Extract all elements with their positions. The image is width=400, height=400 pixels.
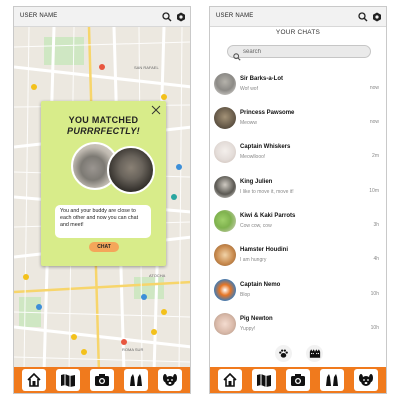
chat-row-pig-newton[interactable]: Pig Newton Yuppy! 10h	[210, 309, 386, 343]
pets-icon[interactable]	[124, 369, 148, 391]
chat-name: Kiwi & Kaki Parrots	[240, 213, 296, 219]
avatar	[214, 107, 236, 129]
search-icon[interactable]	[160, 10, 174, 24]
chat-name: Hamster Houdini	[240, 247, 289, 253]
app-header: USER NAME	[210, 7, 386, 27]
chats-screen: USER NAME YOUR CHATS Sir Barks-a-Lot Wof…	[209, 6, 387, 394]
avatar	[214, 73, 236, 95]
chat-row-captain-whiskers[interactable]: Captain Whiskers Meowllooo! 2m	[210, 137, 386, 171]
pets-icon[interactable]	[320, 369, 344, 391]
chat-button[interactable]: CHAT	[89, 242, 119, 252]
cats-icon[interactable]	[306, 345, 323, 362]
chat-preview: Meowllooo!	[240, 154, 266, 160]
chat-time: 3h	[373, 222, 379, 228]
map-label: SAN RAFAEL	[134, 65, 159, 70]
chat-preview: I like to move it, move it!	[240, 189, 294, 195]
map-label: ATOCHA	[149, 273, 166, 278]
chat-name: Captain Whiskers	[240, 144, 291, 150]
chat-row-sir-barks-a-lot[interactable]: Sir Barks-a-Lot Wof wof now	[210, 69, 386, 103]
page-title: YOUR CHATS	[275, 29, 321, 36]
chat-actions	[210, 345, 386, 365]
avatar	[214, 244, 236, 266]
match-title: YOU MATCHED	[68, 115, 139, 125]
map-icon[interactable]	[56, 369, 80, 391]
dog-icon[interactable]	[158, 369, 182, 391]
chat-preview: Meoww	[240, 120, 257, 126]
match-modal: YOU MATCHED PURRRFECTLY! You and your bu…	[41, 101, 166, 266]
chat-row-captain-nemo[interactable]: Captain Nemo Blop 10h	[210, 275, 386, 309]
chat-time: 10h	[370, 325, 379, 331]
cat-photo-tabby	[107, 146, 155, 194]
username-label: USER NAME	[20, 13, 58, 19]
chat-time: 4h	[373, 256, 379, 262]
chat-search-bar	[227, 45, 371, 61]
dog-icon[interactable]	[354, 369, 378, 391]
home-icon[interactable]	[218, 369, 242, 391]
camera-icon[interactable]	[286, 369, 310, 391]
match-subtitle: PURRRFECTLY!	[67, 126, 140, 136]
avatar	[214, 141, 236, 163]
chat-name: King Julien	[240, 179, 273, 185]
gear-icon[interactable]	[370, 10, 384, 24]
chat-preview: I am hungry	[240, 257, 267, 263]
match-message: You and your buddy are close to each oth…	[55, 205, 151, 238]
username-label: USER NAME	[216, 13, 254, 19]
search-input[interactable]	[243, 47, 363, 57]
avatar	[214, 313, 236, 335]
chat-preview: Cow cow, cow	[240, 223, 272, 229]
search-icon[interactable]	[356, 10, 370, 24]
search-icon	[233, 48, 241, 61]
avatar	[214, 210, 236, 232]
map-screen: USER NAME SAN RAFAEL ATOCHA ROMA SUR YOU…	[13, 6, 191, 394]
gear-icon[interactable]	[174, 10, 188, 24]
camera-icon[interactable]	[90, 369, 114, 391]
bottom-nav	[210, 367, 386, 393]
chat-row-king-julien[interactable]: King Julien I like to move it, move it! …	[210, 172, 386, 206]
map-label: ROMA SUR	[122, 347, 144, 352]
chat-time: 10h	[370, 291, 379, 297]
chat-row-hamster-houdini[interactable]: Hamster Houdini I am hungry 4h	[210, 240, 386, 274]
home-icon[interactable]	[22, 369, 46, 391]
chat-name: Sir Barks-a-Lot	[240, 76, 284, 82]
chat-time: now	[369, 85, 379, 91]
bottom-nav	[14, 367, 190, 393]
chat-name: Captain Nemo	[240, 282, 281, 288]
app-header: USER NAME	[14, 7, 190, 27]
paw-icon[interactable]	[275, 345, 292, 362]
chat-row-princess-pawsome[interactable]: Princess Pawsome Meoww now	[210, 103, 386, 137]
avatar	[214, 279, 236, 301]
chat-name: Pig Newton	[240, 316, 273, 322]
chat-time: 2m	[372, 153, 379, 159]
stage: USER NAME SAN RAFAEL ATOCHA ROMA SUR YOU…	[0, 0, 400, 400]
chat-time: 10m	[369, 188, 379, 194]
avatar	[214, 176, 236, 198]
chat-time: now	[369, 119, 379, 125]
chat-preview: Blop	[240, 292, 251, 298]
chat-row-kiwi-kaki-parrots[interactable]: Kiwi & Kaki Parrots Cow cow, cow 3h	[210, 206, 386, 240]
chat-preview: Yuppy!	[240, 326, 256, 332]
chat-preview: Wof wof	[240, 86, 258, 92]
chat-name: Princess Pawsome	[240, 110, 295, 116]
map-icon[interactable]	[252, 369, 276, 391]
